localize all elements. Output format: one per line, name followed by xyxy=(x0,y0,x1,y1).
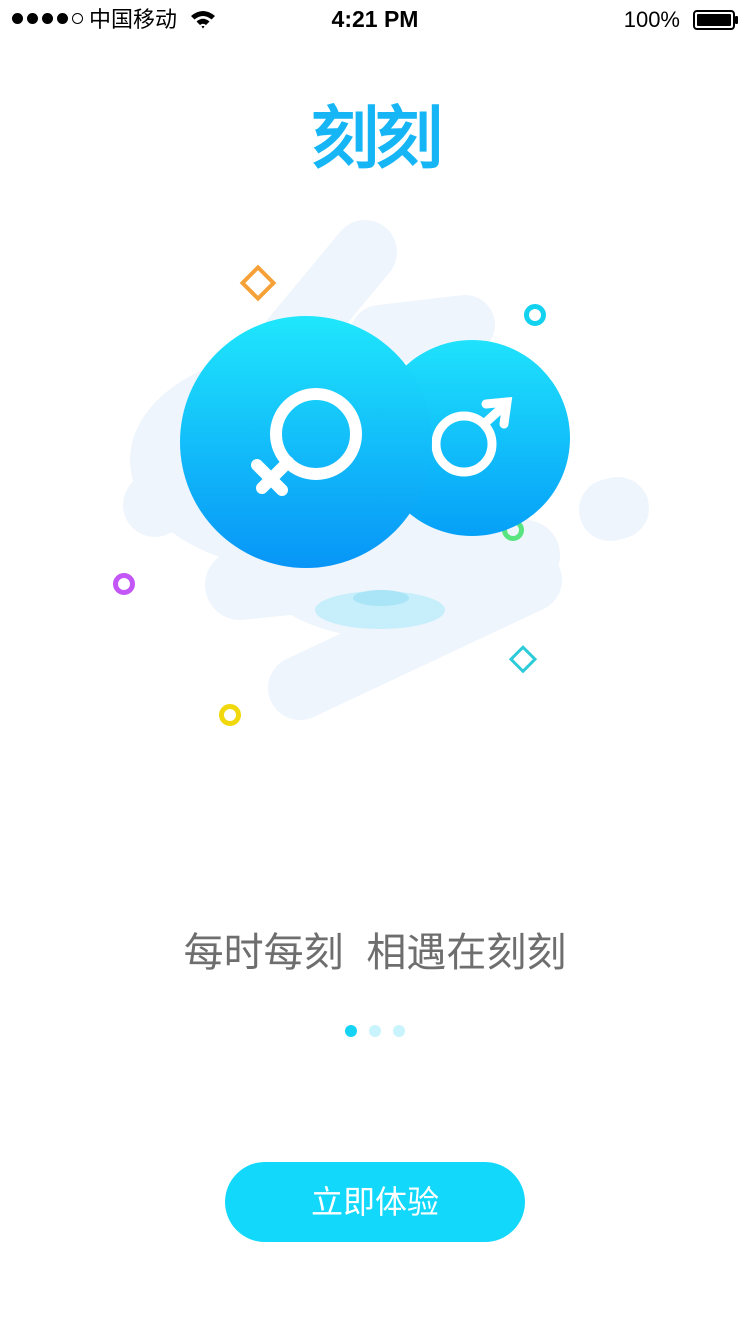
try-now-button[interactable]: 立即体验 xyxy=(225,1162,525,1242)
page-indicator xyxy=(0,1025,750,1037)
tagline: 每时每刻 相遇在刻刻 xyxy=(183,930,567,976)
battery-icon xyxy=(693,10,739,30)
purple-ring xyxy=(113,573,135,595)
cyan-ring xyxy=(524,304,546,326)
app-logo-title: 刻刻 xyxy=(310,100,443,179)
page-dot-3[interactable] xyxy=(393,1025,405,1037)
page-dot-1[interactable] xyxy=(345,1025,357,1037)
teal-diamond xyxy=(508,645,538,674)
status-bar: 中国移动 4:21 PM 100% xyxy=(0,0,750,40)
gender-match-illustration xyxy=(113,220,649,726)
battery-percentage: 100% xyxy=(623,7,680,32)
platform-shadow-inner xyxy=(353,590,409,606)
page-dot-2[interactable] xyxy=(369,1025,381,1037)
female-ball xyxy=(180,316,432,568)
yellow-ring xyxy=(219,704,241,726)
orange-diamond xyxy=(239,264,277,302)
